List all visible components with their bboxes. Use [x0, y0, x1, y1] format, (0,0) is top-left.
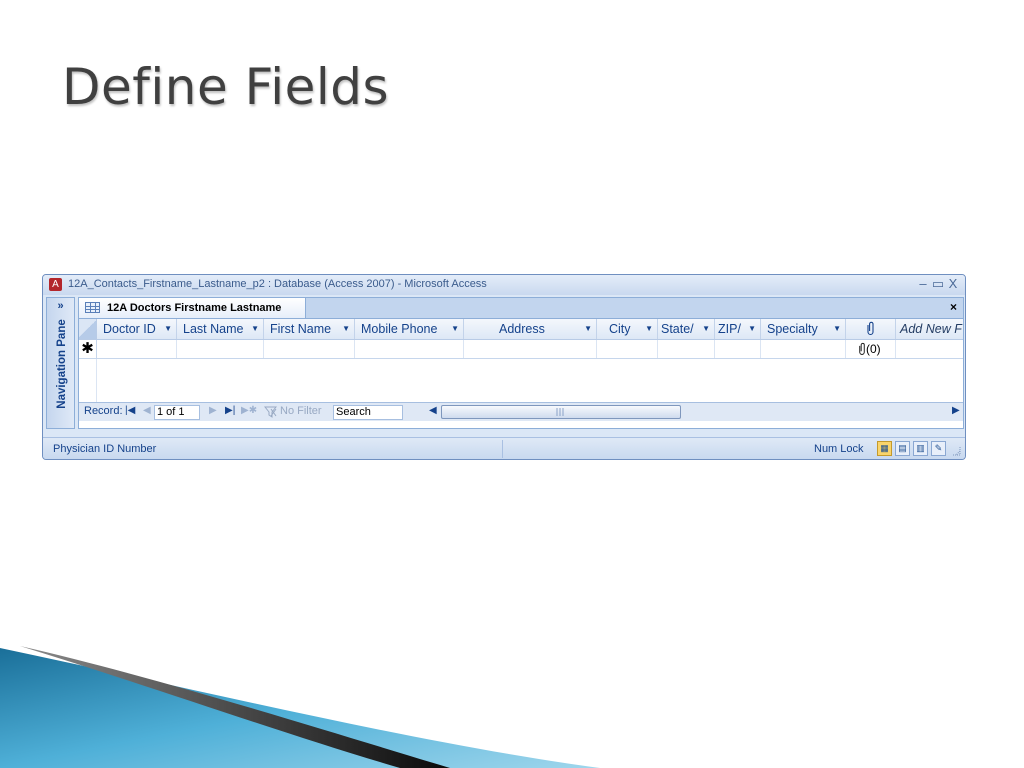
grip-icon [556, 408, 564, 416]
close-window-button[interactable]: X [945, 276, 961, 292]
cell-mobile-phone[interactable] [355, 340, 464, 358]
cell-city[interactable] [597, 340, 658, 358]
slide-title: Define Fields [62, 58, 390, 116]
new-record-button[interactable]: ▶✱ [241, 405, 257, 416]
column-header-mobile-phone[interactable]: Mobile Phone ▼ [355, 319, 464, 339]
status-divider [502, 440, 503, 458]
window-titlebar: A 12A_Contacts_Firstname_Lastname_p2 : D… [43, 275, 965, 295]
column-header-row: Doctor ID ▼ Last Name ▼ First Name ▼ Mob… [79, 319, 963, 340]
pivot-table-view-icon[interactable]: ▤ [895, 441, 910, 456]
resize-grip-icon[interactable] [951, 446, 961, 456]
current-record-field[interactable]: 1 of 1 [154, 405, 200, 420]
cell-zip[interactable] [715, 340, 761, 358]
datasheet-view-icon[interactable]: ▦ [877, 441, 892, 456]
access-window: A 12A_Contacts_Firstname_Lastname_p2 : D… [42, 274, 966, 460]
chevron-down-icon[interactable]: ▼ [451, 319, 459, 339]
chevron-down-icon[interactable]: ▼ [251, 319, 259, 339]
cell-address[interactable] [464, 340, 597, 358]
scroll-left-button[interactable]: ◀ [429, 405, 437, 416]
column-header-doctor-id[interactable]: Doctor ID ▼ [97, 319, 177, 339]
column-header-zip[interactable]: ZIP/ ▼ [715, 319, 761, 339]
column-header-state[interactable]: State/ ▼ [658, 319, 715, 339]
cell-first-name[interactable] [264, 340, 355, 358]
cell-state[interactable] [658, 340, 715, 358]
cell-add-new-field[interactable] [896, 340, 963, 358]
column-header-attachments[interactable] [846, 319, 896, 339]
chevron-down-icon[interactable]: ▼ [342, 319, 350, 339]
previous-record-button[interactable]: ◀ [143, 405, 151, 416]
paperclip-icon [867, 321, 874, 336]
maximize-button[interactable]: ▭ [930, 276, 946, 292]
next-record-button[interactable]: ▶ [209, 405, 217, 416]
last-record-button[interactable]: ▶| [225, 405, 235, 416]
close-tab-icon[interactable]: × [950, 300, 957, 314]
navigation-pane[interactable]: » Navigation Pane [46, 297, 75, 429]
column-header-last-name[interactable]: Last Name ▼ [177, 319, 264, 339]
scroll-right-button[interactable]: ▶ [952, 405, 960, 416]
add-new-field-column[interactable]: Add New F [896, 319, 963, 339]
minimize-button[interactable]: – [915, 276, 931, 292]
no-filter-button[interactable]: No Filter [280, 405, 322, 417]
chevron-down-icon[interactable]: ▼ [702, 319, 710, 339]
first-record-button[interactable]: |◀ [125, 405, 135, 416]
pivot-chart-view-icon[interactable]: ▥ [913, 441, 928, 456]
attachment-count: (0) [866, 342, 881, 356]
filter-icon [264, 406, 277, 418]
chevron-down-icon[interactable]: ▼ [584, 319, 592, 339]
horizontal-scroll-thumb[interactable] [441, 405, 681, 419]
chevron-down-icon[interactable]: ▼ [748, 319, 756, 339]
datasheet-document: 12A Doctors Firstname Lastname × Doctor … [78, 297, 964, 429]
cell-specialty[interactable] [761, 340, 846, 358]
record-label: Record: [84, 405, 123, 417]
cell-last-name[interactable] [177, 340, 264, 358]
navigation-pane-label[interactable]: Navigation Pane [56, 309, 68, 419]
document-tab-strip: 12A Doctors Firstname Lastname × [79, 298, 963, 319]
cell-doctor-id[interactable] [97, 340, 177, 358]
design-view-icon[interactable]: ✎ [931, 441, 946, 456]
num-lock-indicator: Num Lock [814, 443, 864, 455]
select-all-corner[interactable] [79, 319, 97, 339]
column-header-city[interactable]: City ▼ [597, 319, 658, 339]
table-icon [85, 302, 100, 313]
column-header-specialty[interactable]: Specialty ▼ [761, 319, 846, 339]
column-header-first-name[interactable]: First Name ▼ [264, 319, 355, 339]
window-title: 12A_Contacts_Firstname_Lastname_p2 : Dat… [68, 278, 487, 290]
chevron-down-icon[interactable]: ▼ [164, 319, 172, 339]
new-record-asterisk-icon: ✱ [79, 340, 97, 358]
decorative-swoosh [0, 646, 600, 768]
chevron-down-icon[interactable]: ▼ [645, 319, 653, 339]
cell-attachments[interactable]: (0) [846, 340, 896, 358]
chevron-down-icon[interactable]: ▼ [833, 319, 841, 339]
search-box[interactable]: Search [333, 405, 403, 420]
access-app-icon: A [49, 278, 62, 291]
tab-label: 12A Doctors Firstname Lastname [107, 302, 282, 314]
new-record-row[interactable]: ✱ (0) [79, 340, 963, 359]
record-navigation-bar: Record: |◀ ◀ 1 of 1 ▶ ▶| ▶✱ No Filter Se… [79, 402, 963, 421]
status-bar: Physician ID Number Num Lock ▦ ▤ ▥ ✎ [43, 437, 965, 459]
status-text: Physician ID Number [53, 443, 157, 455]
tab-doctors-table[interactable]: 12A Doctors Firstname Lastname [79, 298, 306, 318]
column-header-address[interactable]: Address ▼ [464, 319, 597, 339]
